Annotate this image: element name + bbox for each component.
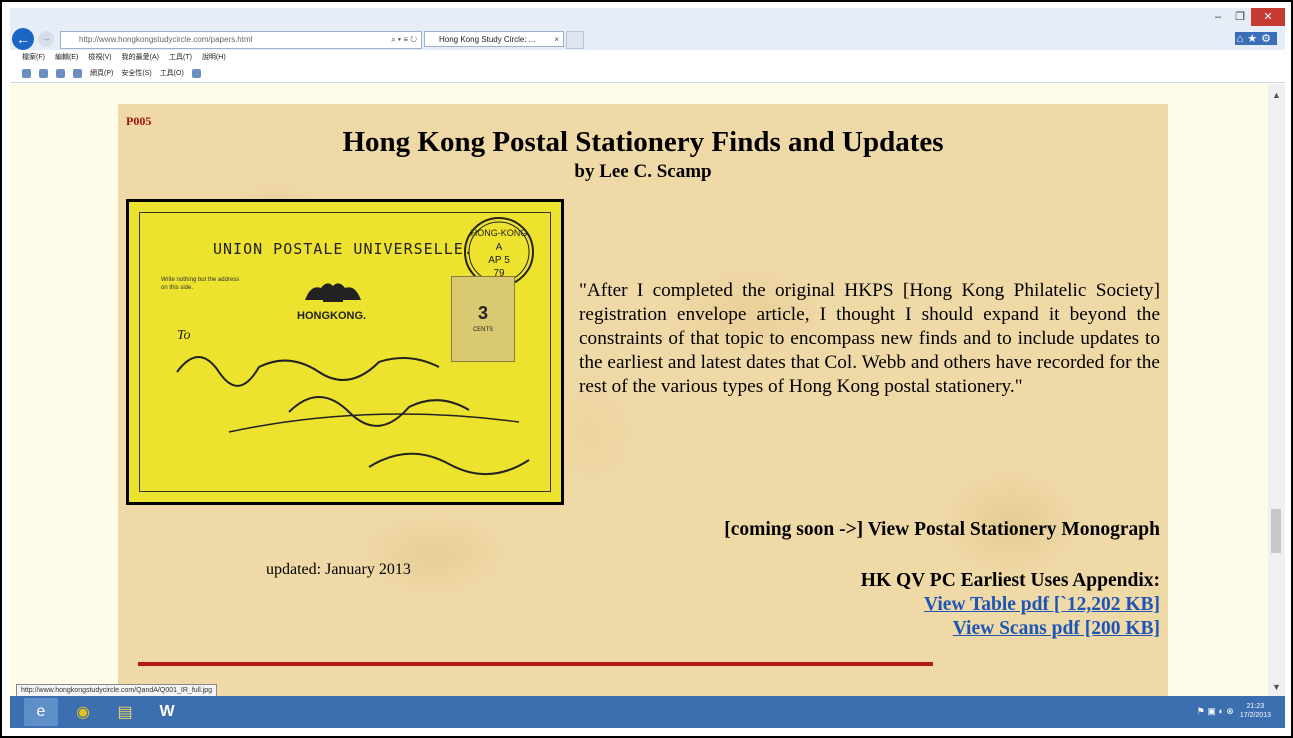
cmd-tools[interactable]: 工具(O) <box>160 68 184 78</box>
view-scans-link[interactable]: View Scans pdf [200 KB] <box>861 617 1160 641</box>
menu-help[interactable]: 說明(H) <box>202 52 226 62</box>
crest-icon <box>305 283 361 302</box>
scroll-down-icon[interactable]: ▼ <box>1272 682 1281 692</box>
page-byline: by Lee C. Scamp <box>574 161 712 182</box>
browser-titlebar: – ❐ ✕ ← → http://www.hongkongstudycircle… <box>10 8 1285 50</box>
article-quote: "After I completed the original HKPS [Ho… <box>579 280 1160 397</box>
postcard-note: Write nothing but the address on this si… <box>161 277 240 291</box>
address-controls[interactable]: ⌕ ▾ ≡ ↻ <box>391 32 417 48</box>
word-taskbar-icon[interactable]: W <box>150 698 184 726</box>
postmark-top: HONG-KONG <box>471 228 528 238</box>
postcard-header: UNION POSTALE UNIVERSELLE. <box>213 240 474 258</box>
page-title: Hong Kong Postal Stationery Finds and Up… <box>342 126 944 158</box>
scroll-thumb[interactable] <box>1271 509 1281 553</box>
stamp-value: 3 <box>477 303 488 323</box>
appendix-heading: HK QV PC Earliest Uses Appendix: <box>860 570 1160 591</box>
taskbar: e ◉ ▤ W ⚑ ▣ ◐ ⊗ 21:23 17/2/2013 <box>10 696 1285 728</box>
clock-date: 17/2/2013 <box>1239 712 1271 719</box>
coming-soon-text: [coming soon ->] View Postal Stationery … <box>724 519 1160 540</box>
postcard-place: HONGKONG. <box>297 310 367 322</box>
new-tab-button[interactable] <box>566 31 584 49</box>
back-arrow-icon[interactable]: ← <box>12 28 34 50</box>
command-bar: 網頁(P) 安全性(S) 工具(O) <box>22 68 201 78</box>
vertical-scrollbar[interactable]: ▲ ▼ <box>1268 84 1285 696</box>
close-button[interactable]: ✕ <box>1251 8 1285 26</box>
parchment-panel: P005 Hong Kong Postal Stationery Finds a… <box>118 104 1168 696</box>
menu-file[interactable]: 檔案(F) <box>22 52 45 62</box>
handwriting-icon <box>176 356 530 475</box>
forward-arrow-icon[interactable]: → <box>38 31 54 47</box>
system-tray: ⚑ ▣ ◐ ⊗ 21:23 17/2/2013 <box>1197 702 1271 720</box>
chrome-divider <box>10 82 1285 83</box>
menu-view[interactable]: 檢視(V) <box>88 52 111 62</box>
minimize-button[interactable]: – <box>1207 8 1229 26</box>
tab-title: Hong Kong Study Circle: ... <box>439 35 536 44</box>
browser-tab[interactable]: Hong Kong Study Circle: ... × <box>424 31 564 47</box>
menu-edit[interactable]: 編輯(E) <box>55 52 78 62</box>
mail-icon[interactable] <box>56 68 65 78</box>
address-bar[interactable]: http://www.hongkongstudycircle.com/paper… <box>60 31 422 49</box>
clock-time: 21:23 <box>1246 703 1265 710</box>
nav-buttons: ← → <box>12 28 54 50</box>
postcard-image[interactable]: UNION POSTALE UNIVERSELLE. Write nothing… <box>126 199 564 505</box>
cmd-safety[interactable]: 安全性(S) <box>121 68 151 78</box>
screen-frame: – ❐ ✕ ← → http://www.hongkongstudycircle… <box>0 0 1293 738</box>
menu-favorites[interactable]: 我的最愛(A) <box>122 52 159 62</box>
chrome-taskbar-icon[interactable]: ◉ <box>66 698 100 726</box>
cmd-page[interactable]: 網頁(P) <box>90 68 113 78</box>
address-url: http://www.hongkongstudycircle.com/paper… <box>79 35 253 44</box>
tray-icons[interactable]: ⚑ ▣ ◐ ⊗ <box>1197 706 1234 717</box>
red-divider <box>138 662 933 666</box>
page-viewport: P005 Hong Kong Postal Stationery Finds a… <box>10 84 1268 696</box>
restore-button[interactable]: ❐ <box>1229 8 1251 26</box>
tray-clock[interactable]: 21:23 17/2/2013 <box>1240 702 1271 720</box>
postmark-letter: A <box>496 242 503 253</box>
menu-bar: 檔案(F) 編輯(E) 檢視(V) 我的最愛(A) 工具(T) 說明(H) <box>22 52 226 62</box>
menu-tools[interactable]: 工具(T) <box>169 52 192 62</box>
home-icon[interactable] <box>22 68 31 78</box>
print-icon[interactable] <box>73 68 82 78</box>
scroll-up-icon[interactable]: ▲ <box>1272 90 1281 100</box>
updated-date: updated: January 2013 <box>266 561 411 578</box>
window-controls: – ❐ ✕ <box>1207 8 1285 30</box>
tab-close-icon[interactable]: × <box>554 32 559 48</box>
postmark-date: AP 5 <box>488 255 510 266</box>
explorer-taskbar-icon[interactable]: ▤ <box>108 698 142 726</box>
ie-taskbar-icon[interactable]: e <box>24 698 58 726</box>
view-table-link[interactable]: View Table pdf [`12,202 KB] <box>861 593 1160 617</box>
browser-right-icons[interactable]: ⌂★⚙ <box>1234 32 1277 45</box>
feeds-icon[interactable] <box>39 68 48 78</box>
appendix-block: HK QV PC Earliest Uses Appendix: View Ta… <box>861 569 1160 641</box>
help-icon[interactable] <box>191 68 201 78</box>
